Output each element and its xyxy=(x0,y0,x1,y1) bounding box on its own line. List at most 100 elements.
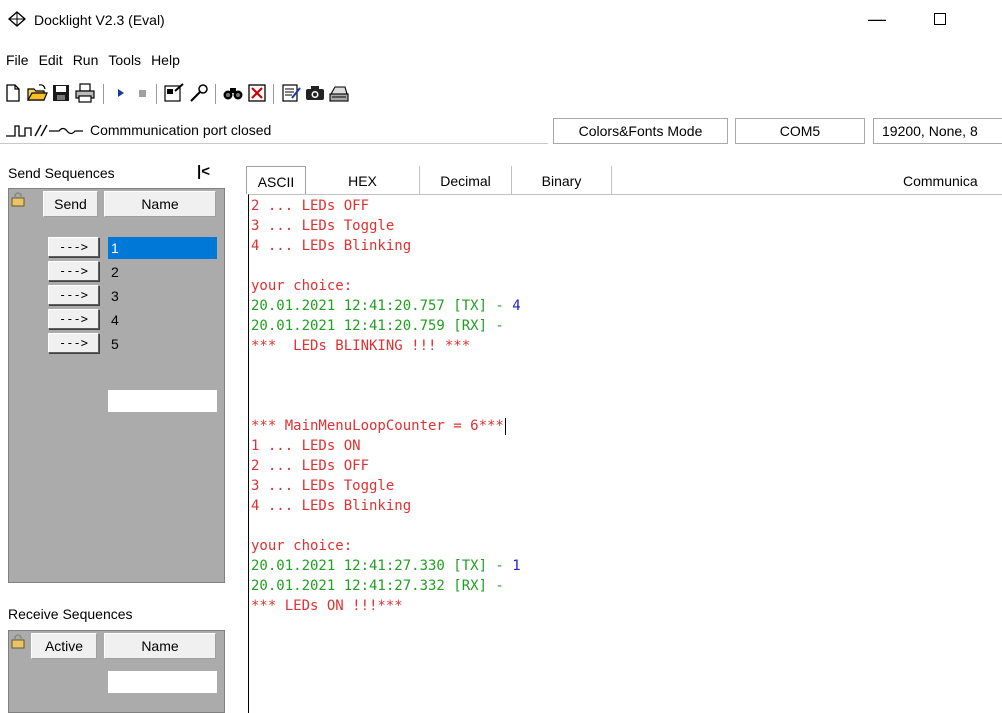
log-text: 1 ... LEDs ON xyxy=(251,438,361,454)
log-text: 20.01.2021 12:41:27.332 [RX] - xyxy=(251,578,513,594)
new-sequence-cell[interactable] xyxy=(108,390,217,412)
snapshot-icon[interactable] xyxy=(304,82,326,104)
log-line: 1 ... LEDs ON xyxy=(251,436,361,456)
display-mode-tabs: ASCII HEX Decimal Binary Communica xyxy=(245,166,1002,194)
sequences-panel: Send Sequences |< Send Name ---> 1 ---> … xyxy=(0,160,230,713)
com-port-indicator: COM5 xyxy=(735,118,865,144)
log-text: 4 ... LEDs Blinking xyxy=(251,498,412,514)
log-text: 4 ... LEDs Blinking xyxy=(251,238,412,254)
log-text: *** LEDs BLINKING !!! *** xyxy=(251,338,471,354)
run-icon[interactable] xyxy=(110,82,132,104)
menu-tools[interactable]: Tools xyxy=(103,49,146,71)
receive-sequences-grid[interactable]: Active Name xyxy=(8,630,225,713)
stop-icon[interactable] xyxy=(132,82,154,104)
sequence-name-cell[interactable]: 1 xyxy=(108,237,217,259)
new-receive-sequence-cell[interactable] xyxy=(108,671,217,693)
receive-sequences-title: Receive Sequences xyxy=(8,606,133,622)
title-bar: Docklight V2.3 (Eval) — xyxy=(0,0,1002,40)
port-settings-indicator: 19200, None, 8 xyxy=(873,118,1002,144)
window-title: Docklight V2.3 (Eval) xyxy=(34,12,165,28)
menu-run[interactable]: Run xyxy=(68,49,104,71)
column-header-name[interactable]: Name xyxy=(104,633,216,659)
clear-icon[interactable] xyxy=(246,82,268,104)
log-line: your choice: xyxy=(251,536,352,556)
keyboard-icon[interactable] xyxy=(188,82,210,104)
log-line: *** LEDs ON !!!*** xyxy=(251,596,403,616)
keyboard-console-icon[interactable] xyxy=(328,82,350,104)
sequence-name-cell[interactable]: 3 xyxy=(108,285,217,307)
communication-panel: ASCII HEX Decimal Binary Communica 2 ...… xyxy=(245,160,1002,713)
tab-ascii[interactable]: ASCII xyxy=(246,166,306,194)
send-sequences-grid[interactable]: Send Name ---> 1 ---> 2 ---> 3 ---> 4 --… xyxy=(8,188,225,583)
sequence-name-cell[interactable]: 5 xyxy=(108,333,217,355)
collapse-panel-button[interactable]: |< xyxy=(197,163,210,180)
toolbar-separator xyxy=(103,84,104,104)
column-header-active[interactable]: Active xyxy=(31,633,97,659)
log-line: 20.01.2021 12:41:20.759 [RX] - xyxy=(251,316,512,336)
colors-fonts-mode-indicator[interactable]: Colors&Fonts Mode xyxy=(553,118,728,144)
save-icon[interactable] xyxy=(50,82,72,104)
connection-status: Commmunication port closed xyxy=(0,118,548,144)
log-text: *** LEDs ON !!!*** xyxy=(251,598,403,614)
port-closed-icon xyxy=(6,124,83,137)
column-header-send[interactable]: Send xyxy=(43,191,98,217)
log-line: 4 ... LEDs Blinking xyxy=(251,496,411,516)
log-text: 3 ... LEDs Toggle xyxy=(251,478,395,494)
sequence-name-cell[interactable]: 4 xyxy=(108,309,217,331)
send-button[interactable]: ---> xyxy=(48,285,99,305)
send-button[interactable]: ---> xyxy=(48,333,99,353)
lock-icon[interactable] xyxy=(11,633,25,649)
log-text: 20.01.2021 12:41:27.330 [TX] - xyxy=(251,558,513,574)
tab-decimal[interactable]: Decimal xyxy=(420,166,512,194)
print-icon[interactable] xyxy=(74,82,96,104)
log-line: 3 ... LEDs Toggle xyxy=(251,476,394,496)
settings-icon[interactable] xyxy=(163,82,185,104)
toolbar xyxy=(0,80,1002,114)
log-line: 2 ... LEDs OFF xyxy=(251,456,369,476)
log-line: your choice: xyxy=(251,276,352,296)
log-text: 20.01.2021 12:41:20.757 [TX] - xyxy=(251,298,513,314)
minimize-button[interactable]: — xyxy=(862,4,892,34)
new-icon[interactable] xyxy=(2,82,24,104)
log-line: 20.01.2021 12:41:27.332 [RX] - xyxy=(251,576,512,596)
lock-icon[interactable] xyxy=(11,191,25,207)
log-text: 2 ... LEDs OFF xyxy=(251,198,370,214)
open-icon[interactable] xyxy=(26,82,48,104)
send-button[interactable]: ---> xyxy=(48,261,99,281)
log-text: 3 ... LEDs Toggle xyxy=(251,218,395,234)
column-header-name[interactable]: Name xyxy=(104,191,216,217)
menu-help[interactable]: Help xyxy=(146,49,185,71)
notepad-icon[interactable] xyxy=(280,82,302,104)
send-button[interactable]: ---> xyxy=(48,237,99,257)
docklight-app-icon xyxy=(8,11,26,27)
send-sequences-title: Send Sequences xyxy=(8,165,115,181)
maximize-button[interactable] xyxy=(926,4,956,34)
toolbar-separator xyxy=(215,84,216,104)
log-line: 3 ... LEDs Toggle xyxy=(251,216,394,236)
log-text: 20.01.2021 12:41:20.759 [RX] - xyxy=(251,318,513,334)
log-text: 2 ... LEDs OFF xyxy=(251,458,370,474)
tab-hex[interactable]: HEX xyxy=(306,166,420,194)
toolbar-separator xyxy=(273,84,274,104)
sequence-name-cell[interactable]: 2 xyxy=(108,261,217,283)
text-caret xyxy=(504,417,506,435)
status-row: Commmunication port closed Colors&Fonts … xyxy=(0,118,1002,144)
send-button[interactable]: ---> xyxy=(48,309,99,329)
menu-bar: File Edit Run Tools Help xyxy=(0,49,185,71)
log-text: your choice: xyxy=(251,278,353,294)
log-value: 1 xyxy=(512,558,521,574)
communication-log[interactable]: 2 ... LEDs OFF 3 ... LEDs Toggle 4 ... LED… xyxy=(248,194,1002,713)
communication-label: Communica xyxy=(903,173,978,189)
find-icon[interactable] xyxy=(222,82,244,104)
log-line: 4 ... LEDs Blinking xyxy=(251,236,411,256)
toolbar-separator xyxy=(156,84,157,104)
menu-edit[interactable]: Edit xyxy=(34,49,68,71)
log-text: your choice: xyxy=(251,538,353,554)
log-line: 20.01.2021 12:41:20.757 [TX] - 4 xyxy=(251,296,521,316)
tab-binary[interactable]: Binary xyxy=(512,166,612,194)
menu-file[interactable]: File xyxy=(0,49,34,71)
minimize-icon: — xyxy=(868,9,886,29)
port-status-text: Commmunication port closed xyxy=(90,122,272,138)
log-line: *** MainMenuLoopCounter = 6*** xyxy=(251,416,506,436)
log-line: 2 ... LEDs OFF xyxy=(251,196,369,216)
